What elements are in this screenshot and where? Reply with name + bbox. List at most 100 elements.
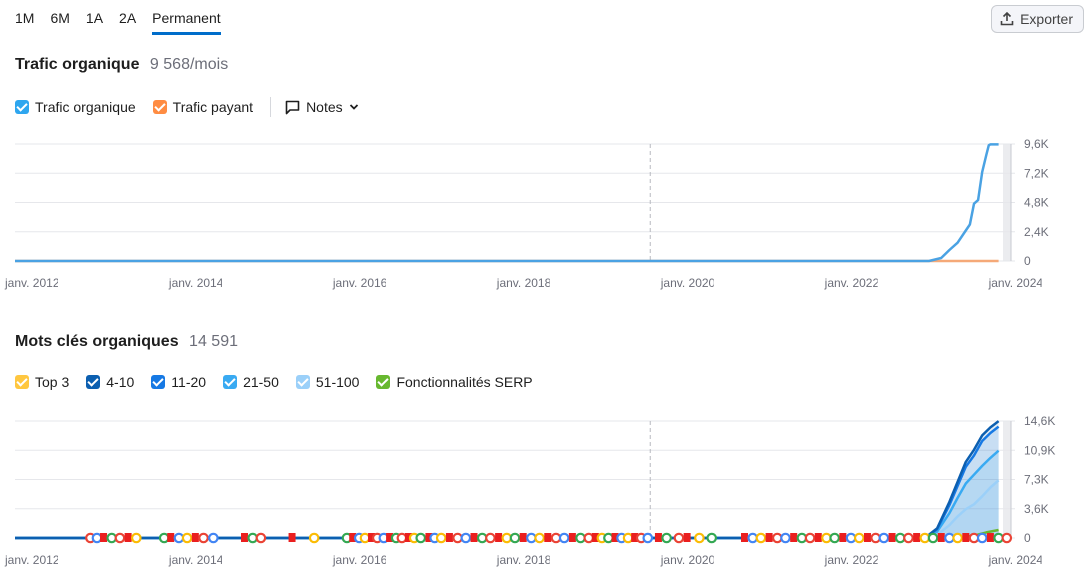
update-flag-marker — [765, 533, 773, 542]
legend-organic-traffic[interactable]: Trafic organique — [15, 99, 136, 115]
legend-4-10[interactable]: 4-10 — [86, 374, 134, 390]
series-line — [15, 449, 1000, 540]
google-update-marker — [927, 532, 939, 544]
notes-dropdown[interactable]: Notes — [285, 99, 359, 115]
tab-6m[interactable]: 6M — [50, 10, 69, 35]
checkbox-icon — [295, 375, 310, 389]
google-update-marker — [396, 532, 408, 544]
update-flag-marker — [937, 533, 945, 542]
google-update-marker — [158, 532, 170, 544]
google-update-marker — [976, 532, 988, 544]
update-flag-marker — [839, 533, 847, 542]
google-update-marker — [558, 532, 570, 544]
y-tick-label: 14,6K — [1024, 414, 1055, 428]
y-tick-label: 0 — [1024, 254, 1031, 268]
update-flag-marker — [683, 533, 691, 542]
keywords-chart: 0 3,6K 7,3K 10,9K 14,6K janv. 2012 janv. 2014 j… — [4, 414, 1055, 567]
checkbox-icon — [15, 375, 29, 389]
update-flag-marker — [124, 533, 132, 542]
google-update-marker — [534, 532, 545, 544]
legend-21-50[interactable]: 21-50 — [223, 374, 279, 390]
google-update-marker — [694, 532, 705, 544]
series-area — [15, 450, 999, 538]
tab-2a[interactable]: 2A — [119, 10, 136, 35]
notes-label: Notes — [306, 99, 343, 115]
checkbox-icon — [376, 375, 391, 389]
keywords-title: Mots clés organiques — [15, 333, 179, 350]
x-tick-label: janv. 2018 — [496, 553, 552, 567]
google-update-marker — [485, 532, 496, 544]
update-flag-marker — [814, 533, 822, 542]
x-tick-label: janv. 2018 — [496, 276, 552, 290]
x-tick-label: janv. 2022 — [824, 276, 880, 290]
google-update-marker — [622, 532, 634, 544]
x-tick-label: janv. 2014 — [168, 553, 224, 567]
update-flag-marker — [741, 533, 749, 542]
google-update-marker — [255, 532, 267, 544]
google-update-marker — [583, 532, 595, 544]
legend-label: Trafic payant — [172, 99, 254, 115]
google-update-marker — [509, 532, 521, 544]
update-flag-marker — [790, 533, 798, 542]
google-update-marker — [359, 532, 371, 544]
checkbox-icon — [86, 375, 101, 389]
google-update-marker — [661, 532, 672, 544]
update-flag-marker — [191, 533, 199, 542]
update-flag-marker — [445, 533, 453, 542]
y-tick-label: 9,6K — [1024, 137, 1049, 151]
update-flag-marker — [495, 533, 503, 542]
checkbox-icon — [152, 100, 167, 114]
export-button[interactable]: Exporter — [991, 5, 1084, 33]
update-flag-marker — [167, 533, 175, 542]
legend-51-100[interactable]: 51-100 — [295, 374, 359, 390]
y-tick-label: 7,3K — [1024, 473, 1049, 487]
x-tick-label: janv. 2020 — [660, 276, 716, 290]
x-tick-label: janv. 2020 — [660, 553, 716, 567]
keywords-legend: Top 3 4-10 11-20 21-50 51-100 Fonctionna… — [15, 374, 550, 390]
google-update-marker — [829, 532, 840, 544]
update-flag-marker — [962, 533, 970, 542]
legend-label: 21-50 — [243, 374, 279, 390]
google-update-marker — [755, 532, 767, 544]
update-flag-marker — [241, 533, 249, 542]
chevron-down-icon — [349, 104, 358, 110]
google-update-marker — [198, 532, 209, 544]
legend-label: 4-10 — [106, 374, 135, 390]
update-flag-marker — [654, 533, 662, 542]
update-flag-marker — [863, 533, 871, 542]
legend-label: 11-20 — [171, 374, 207, 390]
series-area — [15, 426, 999, 538]
google-update-marker — [1001, 532, 1013, 544]
incomplete-period-band — [1003, 144, 1011, 261]
update-flag-marker — [100, 533, 108, 542]
incomplete-period-band — [1003, 421, 1011, 538]
x-tick-label: janv. 2024 — [988, 276, 1044, 290]
legend-11-20[interactable]: 11-20 — [151, 374, 206, 390]
google-update-marker — [780, 532, 791, 544]
traffic-title: Trafic organique — [15, 56, 140, 73]
y-tick-label: 0 — [1024, 531, 1031, 545]
x-tick-label: janv. 2012 — [4, 276, 60, 290]
tab-1m[interactable]: 1M — [15, 10, 34, 35]
update-flag-marker — [913, 533, 921, 542]
x-tick-label: janv. 2024 — [988, 553, 1044, 567]
keywords-title-row: Mots clés organiques 14 591 — [15, 333, 238, 351]
legend-top3[interactable]: Top 3 — [15, 374, 69, 390]
x-tick-label: janv. 2012 — [4, 553, 60, 567]
tab-1a[interactable]: 1A — [86, 10, 103, 35]
google-update-marker — [114, 532, 126, 544]
checkbox-icon — [223, 375, 238, 389]
legend-paid-traffic[interactable]: Trafic payant — [152, 99, 254, 115]
tab-permanent[interactable]: Permanent — [152, 10, 221, 35]
update-flag-marker — [568, 533, 576, 542]
update-flag-marker — [288, 533, 296, 542]
google-update-marker — [706, 532, 718, 544]
series-line — [15, 425, 1000, 540]
checkbox-icon — [15, 100, 29, 114]
y-tick-label: 4,8K — [1024, 196, 1049, 210]
period-tabs: 1M 6M 1A 2A Permanent — [15, 10, 237, 35]
legend-serp-features[interactable]: Fonctionnalités SERP — [376, 374, 533, 390]
x-tick-label: janv. 2022 — [824, 553, 880, 567]
legend-divider — [270, 97, 272, 117]
x-tick-label: janv. 2016 — [332, 553, 388, 567]
